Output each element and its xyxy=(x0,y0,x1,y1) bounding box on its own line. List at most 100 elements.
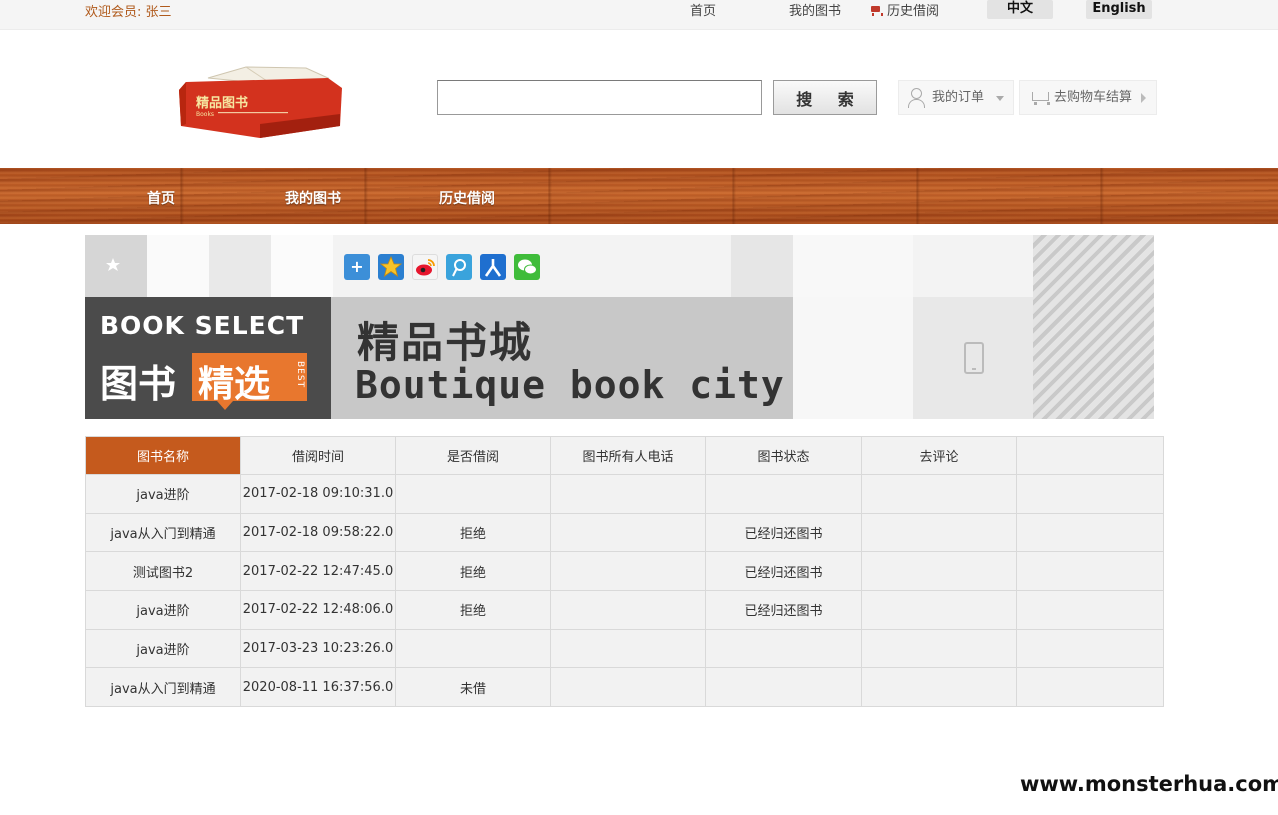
wechat-icon[interactable] xyxy=(514,254,540,280)
cart-checkout-button[interactable]: 去购物车结算 xyxy=(1019,80,1157,115)
cell-blank xyxy=(1016,667,1164,708)
book-select-badge-text: 精选 xyxy=(198,364,271,405)
cell-book-name: java进阶 xyxy=(85,628,241,669)
column-header-comment[interactable]: 去评论 xyxy=(861,436,1017,475)
book-city-panel: 精品书城 Boutique book city xyxy=(331,297,793,419)
cell-borrowed xyxy=(395,474,551,514)
top-link-history[interactable]: 历史借阅 xyxy=(887,4,939,19)
top-link-home[interactable]: 首页 xyxy=(690,0,716,19)
table-row: java从入门到精通 2020-08-11 16:37:56.0 未借 xyxy=(85,667,1164,708)
cell-book-status: 已经归还图书 xyxy=(705,590,862,630)
logo-subtitle: Books xyxy=(196,111,214,118)
cell-book-status xyxy=(705,667,862,708)
table-row: java进阶 2017-02-22 12:48:06.0 拒绝 已经归还图书 xyxy=(85,590,1164,630)
table-header-row: 图书名称 借阅时间 是否借阅 图书所有人电话 图书状态 去评论 xyxy=(85,436,1164,475)
borrow-history-table: 图书名称 借阅时间 是否借阅 图书所有人电话 图书状态 去评论 java进阶 2… xyxy=(85,436,1164,708)
cell-book-name: 测试图书2 xyxy=(85,551,241,592)
site-logo[interactable]: 精品图书 Books xyxy=(178,64,344,140)
column-header-book-name[interactable]: 图书名称 xyxy=(85,436,241,475)
favorite-star-icon[interactable] xyxy=(378,254,404,280)
chevron-right-icon xyxy=(1141,93,1146,103)
my-orders-label: 我的订单 xyxy=(932,90,985,105)
cell-comment[interactable] xyxy=(861,474,1017,514)
user-icon xyxy=(907,88,925,108)
cell-borrowed: 拒绝 xyxy=(395,590,551,630)
cell-book-status: 已经归还图书 xyxy=(705,551,862,592)
cell-borrow-time: 2017-02-18 09:10:31.0 xyxy=(240,474,396,514)
table-row: 测试图书2 2017-02-22 12:47:45.0 拒绝 已经归还图书 xyxy=(85,551,1164,592)
book-select-badge: 精选 BEST xyxy=(192,353,307,405)
banner: + BOOK SELECT 图书 精选 BEST 精品书城 Boutique b… xyxy=(85,235,1154,419)
nav-item-home[interactable]: 首页 xyxy=(147,188,175,208)
cell-comment[interactable] xyxy=(861,551,1017,592)
decorative-stripes xyxy=(1033,235,1154,419)
top-link-history-wrap[interactable]: 历史借阅 xyxy=(870,0,939,19)
cell-borrowed: 拒绝 xyxy=(395,551,551,592)
cell-owner-phone xyxy=(550,628,706,669)
cell-owner-phone xyxy=(550,667,706,708)
table-row: java进阶 2017-02-18 09:10:31.0 xyxy=(85,474,1164,514)
cell-book-name: java进阶 xyxy=(85,474,241,514)
shopping-cart-icon xyxy=(1028,89,1050,107)
watermark-text: www.monsterhua.com xyxy=(1020,772,1278,796)
cell-comment[interactable] xyxy=(861,667,1017,708)
renren-icon[interactable] xyxy=(480,254,506,280)
cell-book-name: java从入门到精通 xyxy=(85,667,241,708)
cell-book-name: java进阶 xyxy=(85,590,241,630)
cell-borrow-time: 2017-03-23 10:23:26.0 xyxy=(240,628,396,669)
cell-borrow-time: 2017-02-18 09:58:22.0 xyxy=(240,512,396,553)
cell-blank xyxy=(1016,628,1164,669)
top-bar: 欢迎会员: 张三 首页 我的图书 历史借阅 中文 English xyxy=(0,0,1278,30)
main-nav: 首页 我的图书 历史借阅 xyxy=(0,168,1278,224)
cell-borrowed: 未借 xyxy=(395,667,551,708)
cell-comment[interactable] xyxy=(861,628,1017,669)
cell-blank xyxy=(1016,590,1164,630)
table-row: java进阶 2017-03-23 10:23:26.0 xyxy=(85,628,1164,669)
weibo-icon[interactable] xyxy=(412,254,438,280)
logo-title: 精品图书 xyxy=(196,95,248,111)
cell-owner-phone xyxy=(550,512,706,553)
cell-blank xyxy=(1016,474,1164,514)
cart-icon xyxy=(870,6,883,16)
cell-borrowed: 拒绝 xyxy=(395,512,551,553)
welcome-text: 欢迎会员: 张三 xyxy=(85,5,172,20)
lang-zh-button[interactable]: 中文 xyxy=(987,0,1053,19)
cell-blank xyxy=(1016,512,1164,553)
favorite-tile[interactable] xyxy=(85,235,147,297)
column-header-borrow-time[interactable]: 借阅时间 xyxy=(240,436,396,475)
nav-item-history[interactable]: 历史借阅 xyxy=(439,188,495,208)
search-button[interactable]: 搜 索 xyxy=(773,80,877,115)
top-link-my-books[interactable]: 我的图书 xyxy=(789,0,841,19)
book-select-title: BOOK SELECT xyxy=(100,311,305,340)
column-header-book-status[interactable]: 图书状态 xyxy=(705,436,862,475)
cell-comment[interactable] xyxy=(861,590,1017,630)
cell-borrow-time: 2017-02-22 12:48:06.0 xyxy=(240,590,396,630)
column-header-borrowed[interactable]: 是否借阅 xyxy=(395,436,551,475)
book-select-panel: BOOK SELECT 图书 精选 BEST xyxy=(85,297,331,419)
column-header-owner-phone[interactable]: 图书所有人电话 xyxy=(550,436,706,475)
star-icon xyxy=(106,258,120,271)
cell-borrow-time: 2020-08-11 16:37:56.0 xyxy=(240,667,396,708)
column-header-blank xyxy=(1016,436,1164,475)
cell-blank xyxy=(1016,551,1164,592)
search-input[interactable] xyxy=(437,80,762,115)
cell-owner-phone xyxy=(550,590,706,630)
cell-comment[interactable] xyxy=(861,512,1017,553)
my-orders-button[interactable]: 我的订单 xyxy=(898,80,1014,115)
mobile-phone-icon[interactable] xyxy=(964,342,984,374)
cell-book-status xyxy=(705,628,862,669)
lang-en-button[interactable]: English xyxy=(1086,0,1152,19)
add-icon[interactable]: + xyxy=(344,254,370,280)
book-select-cn: 图书 xyxy=(100,362,177,406)
nav-item-my-books[interactable]: 我的图书 xyxy=(285,188,341,208)
cell-book-status xyxy=(705,474,862,514)
cart-checkout-label: 去购物车结算 xyxy=(1054,90,1133,105)
tencent-weibo-icon[interactable] xyxy=(446,254,472,280)
cell-owner-phone xyxy=(550,474,706,514)
cell-book-status: 已经归还图书 xyxy=(705,512,862,553)
chevron-down-icon xyxy=(996,96,1004,101)
logo-book-icon: 精品图书 Books xyxy=(179,66,342,138)
cell-book-name: java从入门到精通 xyxy=(85,512,241,553)
cell-owner-phone xyxy=(550,551,706,592)
cell-borrowed xyxy=(395,628,551,669)
